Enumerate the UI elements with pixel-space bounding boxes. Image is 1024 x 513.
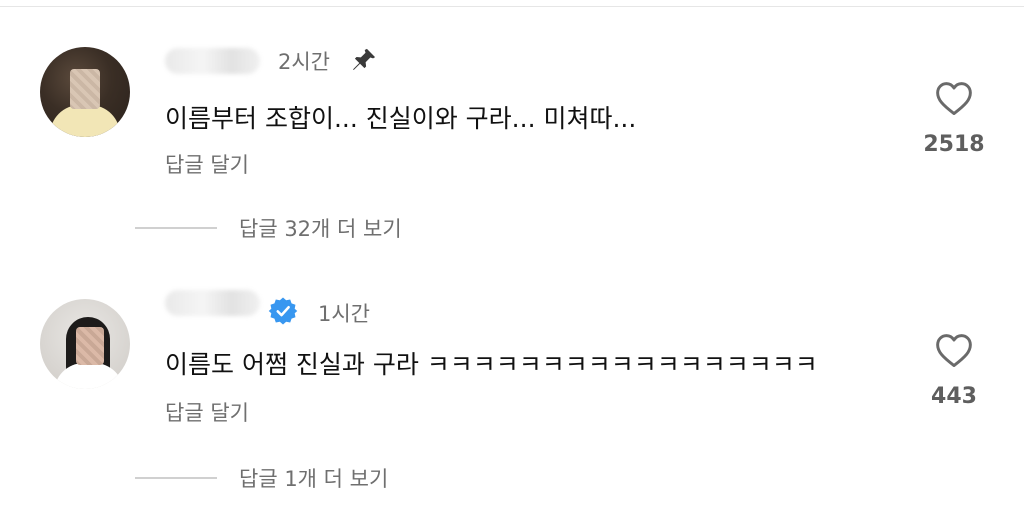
heart-outline-icon[interactable]: [934, 80, 974, 116]
like-count: 443: [931, 384, 977, 409]
view-more-replies-label: 답글 32개 더 보기: [239, 217, 402, 241]
divider-line: [135, 477, 217, 479]
comment-text: 이름부터 조합이... 진실이와 구라... 미쳐따...: [165, 104, 637, 133]
avatar[interactable]: [40, 47, 130, 137]
view-more-replies-label: 답글 1개 더 보기: [239, 467, 389, 491]
comment-time: 1시간: [318, 302, 371, 326]
heart-outline-icon[interactable]: [934, 332, 974, 368]
view-more-replies[interactable]: 답글 32개 더 보기: [135, 213, 402, 243]
like-count: 2518: [923, 132, 985, 157]
comment-time: 2시간: [278, 50, 331, 74]
comment-text: 이름도 어쩜 진실과 구라 ㅋㅋㅋㅋㅋㅋㅋㅋㅋㅋㅋㅋㅋㅋㅋㅋㅋ: [165, 350, 818, 379]
comment-item: 2시간 이름부터 조합이... 진실이와 구라... 미쳐따... 답글 달기 …: [0, 0, 1024, 241]
view-more-replies[interactable]: 답글 1개 더 보기: [135, 463, 388, 493]
divider-line: [135, 227, 217, 229]
username-redacted[interactable]: [165, 48, 260, 74]
blurred-face: [70, 69, 100, 109]
verified-badge-icon: [268, 297, 298, 325]
comment-item: 1시간 이름도 어쩜 진실과 구라 ㅋㅋㅋㅋㅋㅋㅋㅋㅋㅋㅋㅋㅋㅋㅋㅋㅋ 답글 달…: [0, 252, 1024, 491]
reply-button[interactable]: 답글 달기: [165, 149, 249, 179]
username-redacted[interactable]: [165, 290, 260, 316]
avatar[interactable]: [40, 299, 130, 389]
pin-icon: [353, 48, 376, 71]
reply-button[interactable]: 답글 달기: [165, 397, 249, 427]
blurred-face: [76, 327, 104, 365]
